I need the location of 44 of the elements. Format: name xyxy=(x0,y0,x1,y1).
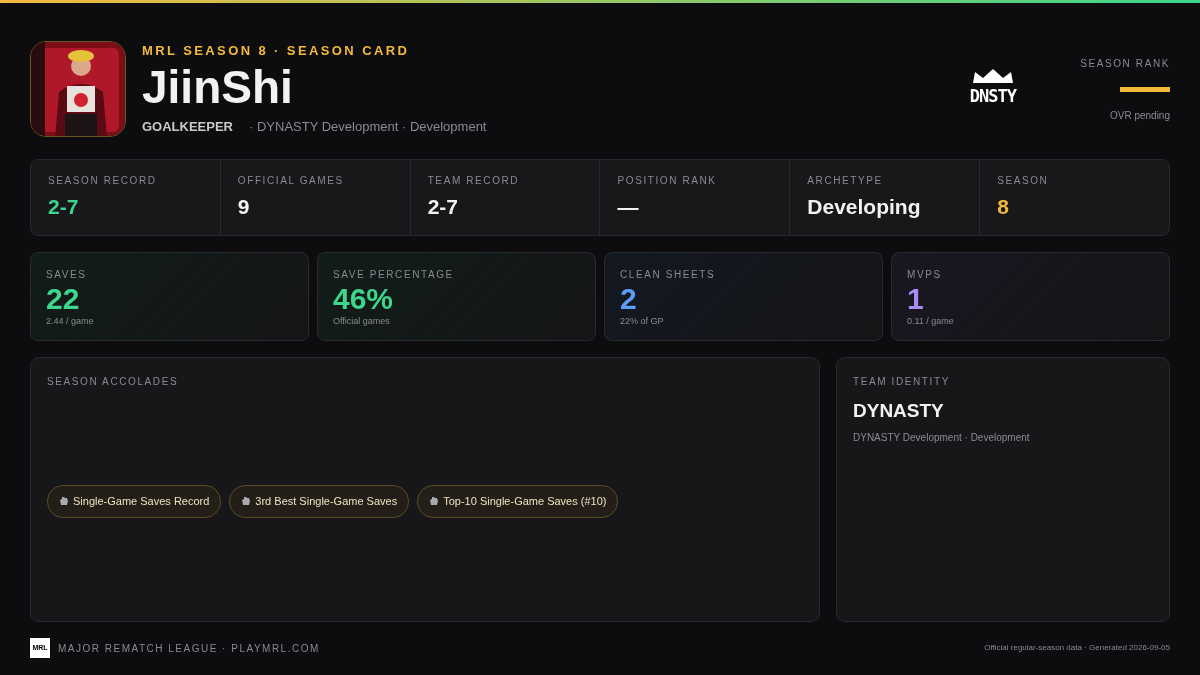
panel-title: TEAM IDENTITY xyxy=(853,375,951,389)
stat-label: CLEAN SHEETS xyxy=(620,267,717,282)
league-name: MAJOR REMATCH LEAGUE · PLAYMRL.COM xyxy=(58,641,320,656)
player-name: JiinShi xyxy=(142,62,294,112)
team-name: DYNASTY xyxy=(853,399,945,423)
stat-value: 9 xyxy=(237,194,251,220)
stat-value: 8 xyxy=(997,194,1010,220)
stat-label: MVPS xyxy=(907,267,943,282)
glove-icon xyxy=(241,496,252,507)
position-label: GOALKEEPER xyxy=(142,118,233,137)
stat-label: SAVE PERCENTAGE xyxy=(333,267,455,282)
stat-note: 0.11 / game xyxy=(907,314,955,328)
panel-title: SEASON ACCOLADES xyxy=(47,375,180,389)
stat-value: 2 xyxy=(620,281,638,315)
team-line: · DYNASTY Development · Development xyxy=(249,118,487,137)
stat-value: 1 xyxy=(907,281,925,315)
stat-value: — xyxy=(617,194,640,220)
stat-value: Developing xyxy=(807,194,922,220)
stat-label: TEAM RECORD xyxy=(427,174,521,188)
footer-note: Official regular-season data · Generated 2026-09-05 xyxy=(984,642,1170,654)
glove-icon xyxy=(59,496,69,507)
stat-label: POSITION RANK xyxy=(617,174,718,188)
stat-label: SEASON RECORD xyxy=(48,174,158,188)
card-eyebrow: MRL SEASON 8 · SEASON CARD xyxy=(142,42,411,61)
stat-label: ARCHETYPE xyxy=(807,174,884,188)
stat-note: Official games xyxy=(333,314,391,328)
stat-label: OFFICIAL GAMES xyxy=(237,174,345,188)
stat-note: 22% of GP xyxy=(620,314,665,328)
rank-note: OVR pending xyxy=(1109,108,1170,123)
team-detail: DYNASTY Development · Development xyxy=(853,430,1031,445)
rank-label: SEASON RANK xyxy=(1080,56,1170,71)
team-logo: DNSTY xyxy=(969,68,1016,110)
stat-label: SEASON xyxy=(997,174,1050,188)
stat-value: 2-7 xyxy=(48,194,80,220)
stat-note: 2.44 / game xyxy=(46,314,95,328)
glove-icon xyxy=(429,496,440,507)
stat-value: 22 xyxy=(46,281,81,315)
stat-value: 46% xyxy=(333,281,395,315)
accolade-badge: 3rd Best Single-Game Saves xyxy=(229,485,410,518)
accolade-badge: Single-Game Saves Record xyxy=(47,485,222,518)
stat-value: 2-7 xyxy=(427,194,459,220)
stat-label: SAVES xyxy=(46,267,88,282)
accolade-badge: Top-10 Single-Game Saves (#10) xyxy=(417,485,619,518)
rank-placeholder-bar xyxy=(1120,86,1170,92)
